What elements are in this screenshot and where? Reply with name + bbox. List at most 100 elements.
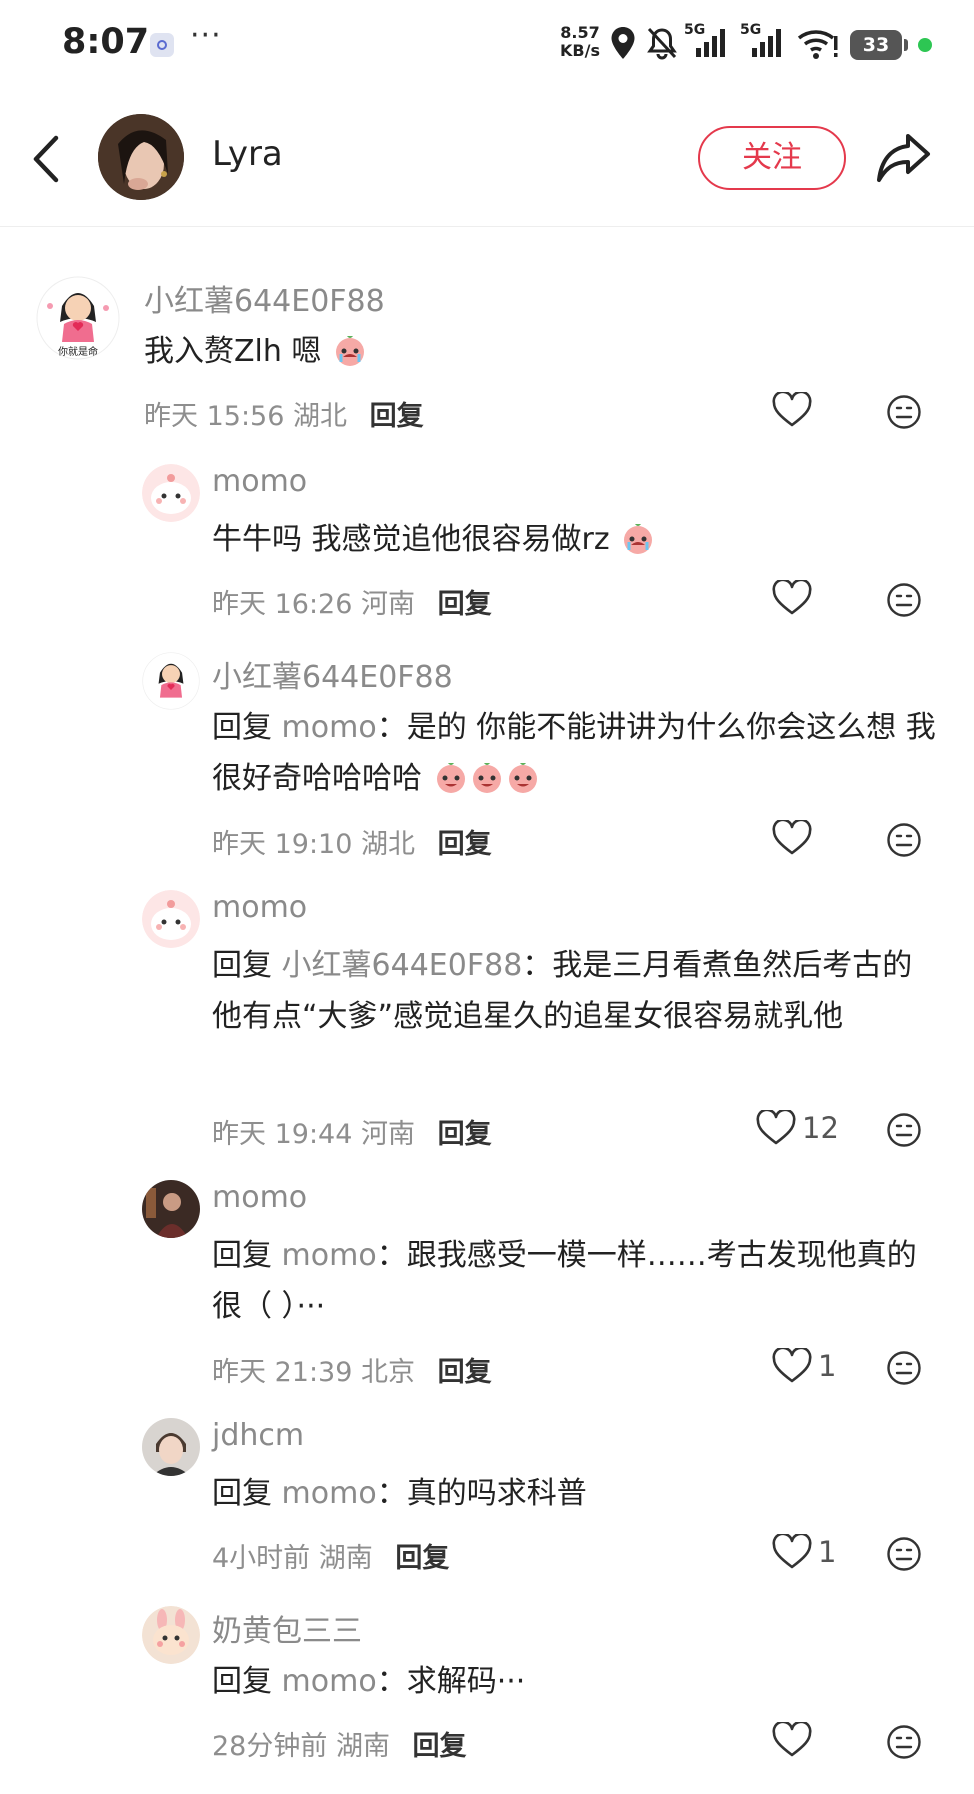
reply-target[interactable]: momo: [282, 1238, 377, 1273]
location-icon: [611, 27, 635, 59]
comment-location: 河南: [361, 1119, 415, 1150]
share-icon[interactable]: [874, 130, 934, 186]
like-count: 12: [802, 1111, 839, 1145]
comment-meta: 28分钟前 湖南 回复: [212, 1724, 467, 1763]
net-speed-unit: KB/s: [560, 41, 600, 60]
crying-peach-emoji: [335, 336, 364, 366]
reply-button[interactable]: 回复: [395, 1543, 449, 1574]
comment-author[interactable]: jdhcm: [212, 1418, 304, 1453]
comment-author[interactable]: momo: [212, 464, 307, 499]
signal-icon: [752, 29, 781, 57]
heart-icon: [772, 1722, 812, 1757]
comment-text[interactable]: 回复 小红薯644E0F88：我是三月看煮鱼然后考古的 他有点“大爹”感觉追星久…: [212, 940, 942, 1042]
reply-target[interactable]: momo: [282, 1664, 377, 1699]
commenter-avatar[interactable]: [142, 1180, 200, 1238]
reply-item: 小红薯644E0F88 回复 momo：是的 你能不能讲讲为什么你会这么想 我很…: [0, 652, 974, 867]
bell-muted-icon: [647, 27, 677, 60]
commenter-avatar[interactable]: [142, 464, 200, 522]
comment-meta: 4小时前 湖南 回复: [212, 1536, 449, 1575]
reply-target[interactable]: momo: [282, 710, 377, 745]
pink-creature-avatar: [142, 890, 200, 948]
signal-icon: [696, 29, 725, 57]
comment-text[interactable]: 回复 momo：是的 你能不能讲讲为什么你会这么想 我很好奇哈哈哈哈: [212, 702, 942, 804]
like-button[interactable]: 1: [772, 1348, 836, 1384]
more-options-icon[interactable]: [886, 1112, 922, 1148]
reply-button[interactable]: 回复: [413, 1731, 467, 1762]
heart-icon: [772, 820, 812, 855]
status-time: 8:07: [62, 22, 150, 62]
more-options-icon[interactable]: [886, 394, 922, 430]
comment-text[interactable]: 回复 momo：跟我感受一模一样……考古发现他真的很（ ）···: [212, 1230, 942, 1332]
comment-author[interactable]: 小红薯644E0F88: [144, 276, 385, 320]
wifi-icon: [797, 30, 838, 59]
peach-face-emoji: [508, 763, 537, 793]
author-avatar-image: [98, 114, 184, 200]
comment-location: 湖北: [293, 401, 347, 432]
like-button[interactable]: [772, 580, 818, 616]
comment-item: 你就是命 小红薯644E0F88 我入赘Zlh 嗯 昨天 15:56 湖北 回复: [0, 276, 974, 446]
reply-target[interactable]: momo: [282, 1476, 377, 1511]
app-notification-icon: [150, 33, 174, 57]
reply-item: jdhcm 回复 momo：真的吗求科普 4小时前 湖南 回复 1: [0, 1418, 974, 1588]
comment-text[interactable]: 回复 momo：真的吗求科普: [212, 1468, 942, 1519]
more-options-icon[interactable]: [886, 1536, 922, 1572]
comment-author[interactable]: momo: [212, 1180, 307, 1215]
pink-creature-avatar: [142, 464, 200, 522]
comment-meta: 昨天 16:26 河南 回复: [212, 582, 492, 621]
comment-text[interactable]: 回复 momo：求解码···: [212, 1656, 942, 1707]
like-button[interactable]: [772, 1722, 818, 1758]
heart-icon: [756, 1110, 796, 1145]
like-button[interactable]: 1: [772, 1534, 836, 1570]
author-avatar[interactable]: [98, 114, 184, 200]
comment-location: 湖北: [361, 829, 415, 860]
more-options-icon[interactable]: [886, 1724, 922, 1760]
comment-author[interactable]: 小红薯644E0F88: [212, 652, 453, 696]
comment-meta: 昨天 21:39 北京 回复: [212, 1350, 492, 1389]
svg-text:你就是命: 你就是命: [58, 345, 98, 358]
reply-button[interactable]: 回复: [370, 401, 424, 432]
comment-location: 河南: [361, 589, 415, 620]
commenter-avatar[interactable]: [142, 1418, 200, 1476]
heart-icon: [772, 1534, 812, 1569]
like-button[interactable]: [772, 820, 818, 856]
reply-item: momo 回复 小红薯644E0F88：我是三月看煮鱼然后考古的 他有点“大爹”…: [0, 890, 974, 1160]
heart-icon: [772, 580, 812, 615]
reply-button[interactable]: 回复: [438, 1357, 492, 1388]
peach-face-emoji: [472, 763, 501, 793]
more-options-icon[interactable]: [886, 1350, 922, 1386]
comment-text[interactable]: 我入赘Zlh 嗯: [144, 326, 944, 377]
like-count: 1: [818, 1535, 837, 1569]
battery-icon: 33: [850, 30, 908, 60]
reply-button[interactable]: 回复: [438, 589, 492, 620]
peach-face-emoji: [436, 763, 465, 793]
follow-button[interactable]: 关注: [698, 126, 846, 190]
reply-button[interactable]: 回复: [438, 829, 492, 860]
more-options-icon[interactable]: [886, 582, 922, 618]
signal-1: 5G: [684, 22, 734, 62]
comment-time: 昨天 16:26: [212, 589, 353, 620]
comment-time: 昨天 15:56: [144, 401, 285, 432]
like-button[interactable]: [772, 392, 818, 428]
comment-text[interactable]: 牛牛吗 我感觉追他很容易做rz: [212, 514, 932, 565]
comment-author[interactable]: 奶黄包三三: [212, 1606, 362, 1650]
back-arrow-icon[interactable]: [28, 132, 68, 186]
comment-time: 4小时前: [212, 1543, 311, 1574]
commenter-avatar[interactable]: [142, 1606, 200, 1664]
more-options-icon[interactable]: [886, 822, 922, 858]
comment-author[interactable]: momo: [212, 890, 307, 925]
reply-item: momo 牛牛吗 我感觉追他很容易做rz 昨天 16:26 河南 回复: [0, 464, 974, 634]
cartoon-girl-avatar: [142, 652, 200, 710]
comment-location: 北京: [361, 1357, 415, 1388]
reply-button[interactable]: 回复: [438, 1119, 492, 1150]
like-button[interactable]: 12: [756, 1110, 839, 1146]
commenter-avatar[interactable]: [142, 652, 200, 710]
author-name[interactable]: Lyra: [212, 134, 283, 174]
bunny-avatar: [142, 1606, 200, 1664]
photo-avatar: [142, 1180, 200, 1238]
post-header: Lyra 关注: [0, 90, 974, 227]
commenter-avatar[interactable]: 你就是命: [36, 276, 120, 360]
photo-avatar: [142, 1418, 200, 1476]
reply-target[interactable]: 小红薯644E0F88: [282, 948, 523, 983]
commenter-avatar[interactable]: [142, 890, 200, 948]
net-speed-value: 8.57: [560, 23, 600, 42]
